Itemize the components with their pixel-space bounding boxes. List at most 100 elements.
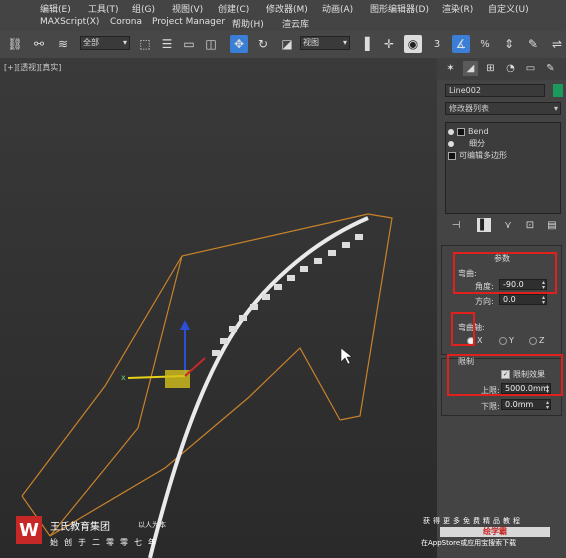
- chevron-down-icon: ▾: [122, 38, 127, 47]
- selection-filter-value: 全部: [83, 38, 99, 47]
- watermark-download: 在AppStore或应用宝搜索下载: [421, 539, 517, 547]
- show-end-result-icon[interactable]: ▌: [477, 218, 491, 232]
- highlight-box-bend: [453, 252, 557, 294]
- modifier-stack: Bend 细分 可编辑多边形: [445, 122, 561, 214]
- menu-customize[interactable]: 自定义(U): [488, 2, 529, 15]
- bend-gizmo-outer: [21, 213, 369, 497]
- snap-label: 3: [433, 38, 441, 50]
- stack-item-label: Bend: [468, 127, 489, 136]
- stack-item[interactable]: Bend: [448, 126, 556, 137]
- spinner-snap-icon[interactable]: ⇕: [500, 35, 518, 53]
- axis-z-label: Z: [539, 336, 545, 345]
- link-icon[interactable]: ⛓: [6, 35, 24, 53]
- angle-snap-icon[interactable]: ∡: [452, 35, 470, 53]
- keyboard-shortcut-icon[interactable]: ◉: [404, 35, 422, 53]
- chevron-down-icon: ▾: [342, 38, 347, 47]
- axis-y-label: Y: [509, 336, 514, 345]
- mirror-icon[interactable]: ⇌: [548, 35, 566, 53]
- watermark-promo: 获得更多免费精品教程: [423, 517, 523, 525]
- object-name-field[interactable]: Line002: [445, 84, 545, 97]
- snap-toggle-icon[interactable]: 3: [428, 35, 446, 53]
- perspective-viewport[interactable]: [+][透视][真实] x: [0, 58, 437, 558]
- menu-bar: 编辑(E) 工具(T) 组(G) 视图(V) 创建(C) 修改器(M) 动画(A…: [0, 0, 566, 31]
- watermark-slogan: 以人为本: [138, 521, 166, 529]
- watermark-badge: 绘学霸: [440, 527, 550, 537]
- menu-help[interactable]: 帮助(H): [232, 17, 264, 30]
- select-object-icon[interactable]: ⬚: [136, 35, 154, 53]
- bend-gizmo-inner: [49, 347, 341, 537]
- create-tab-icon[interactable]: ✶: [443, 61, 458, 76]
- configure-sets-icon[interactable]: ▤: [545, 218, 559, 232]
- direction-label: 方向:: [475, 297, 494, 306]
- pin-stack-icon[interactable]: ⊣: [449, 218, 463, 232]
- watermark-since: 始创于二零零七年: [50, 538, 162, 547]
- remove-modifier-icon[interactable]: ⊡: [523, 218, 537, 232]
- menu-tools[interactable]: 工具(T): [88, 2, 119, 15]
- menu-edit[interactable]: 编辑(E): [40, 2, 71, 15]
- highlight-box-limits: [447, 354, 563, 396]
- toggle-icon[interactable]: [457, 127, 465, 136]
- stack-item[interactable]: 细分: [448, 138, 556, 149]
- panel-tabs: ✶ ◢ ⊞ ◔ ▭ ✎: [437, 58, 566, 80]
- stack-item[interactable]: 可编辑多边形: [448, 150, 556, 161]
- spinner-arrows-icon[interactable]: ▴ ▾: [542, 295, 545, 306]
- rotate-icon[interactable]: ↻: [254, 35, 272, 53]
- menu-rendering[interactable]: 渲染(R): [442, 2, 473, 15]
- modifier-list-label: 修改器列表: [449, 104, 489, 113]
- axis-y-radio[interactable]: Y: [499, 336, 514, 345]
- select-by-name-icon[interactable]: ☰: [158, 35, 176, 53]
- utilities-tab-icon[interactable]: ✎: [543, 61, 558, 76]
- percent-snap-icon[interactable]: %: [476, 35, 494, 53]
- menu-render-cloud[interactable]: 渲云库: [282, 17, 309, 30]
- direction-spinner[interactable]: 0.0 ▴ ▾: [499, 294, 547, 306]
- viewport-scene: x: [21, 213, 393, 558]
- menu-graph-editors[interactable]: 图形编辑器(D): [370, 2, 429, 15]
- axis-z-radio[interactable]: Z: [529, 336, 544, 345]
- bind-spacewarp-icon[interactable]: ≋: [54, 35, 72, 53]
- menu-project-manager[interactable]: Project Manager: [152, 17, 225, 27]
- highlight-box-axis: [451, 312, 475, 346]
- display-tab-icon[interactable]: ▭: [523, 61, 538, 76]
- modify-tab-icon[interactable]: ◢: [463, 61, 478, 76]
- radio-off-icon: [499, 336, 507, 345]
- reference-coord-value: 视图: [303, 38, 319, 47]
- mouse-cursor-icon: [340, 347, 353, 365]
- object-color-swatch[interactable]: [553, 84, 563, 97]
- menu-create[interactable]: 创建(C): [218, 2, 249, 15]
- menu-views[interactable]: 视图(V): [172, 2, 203, 15]
- menu-modifiers[interactable]: 修改器(M): [266, 2, 308, 15]
- lower-limit-spinner[interactable]: 0.0mm ▴ ▾: [501, 399, 551, 411]
- modifier-list-select[interactable]: 修改器列表 ▾: [445, 102, 561, 115]
- pivot-icon[interactable]: ▐: [356, 35, 374, 53]
- selection-filter-select[interactable]: 全部 ▾: [80, 36, 130, 50]
- make-unique-icon[interactable]: ⋎: [501, 218, 515, 232]
- window-crossing-icon[interactable]: ◫: [202, 35, 220, 53]
- region-select-icon[interactable]: ▭: [180, 35, 198, 53]
- eye-icon[interactable]: [448, 140, 454, 147]
- menu-animation[interactable]: 动画(A): [322, 2, 353, 15]
- menu-group[interactable]: 组(G): [132, 2, 155, 15]
- move-icon[interactable]: ✥: [230, 35, 248, 53]
- gizmo-plane: [165, 370, 190, 388]
- select-manipulate-icon[interactable]: ✛: [380, 35, 398, 53]
- gizmo-y-axis: [184, 357, 206, 377]
- menu-maxscript[interactable]: MAXScript(X): [40, 17, 99, 27]
- command-panel: ✶ ◢ ⊞ ◔ ▭ ✎ Line002 修改器列表 ▾ Bend 细分 可编辑多边…: [437, 58, 566, 558]
- main-toolbar: ⛓ ⚯ ≋ 全部 ▾ ⬚ ☰ ▭ ◫ ✥ ↻ ◪ 视图 ▾ ▐ ✛ ◉ 3 ∡ % …: [0, 31, 566, 59]
- hierarchy-tab-icon[interactable]: ⊞: [483, 61, 498, 76]
- edit-named-selection-icon[interactable]: ✎: [524, 35, 542, 53]
- radio-off-icon: [529, 336, 537, 345]
- scale-icon[interactable]: ◪: [278, 35, 296, 53]
- menu-corona[interactable]: Corona: [110, 17, 142, 27]
- watermark-company: 王氏教育集团: [50, 522, 110, 533]
- eye-icon[interactable]: [448, 128, 454, 135]
- reference-coord-select[interactable]: 视图 ▾: [300, 36, 350, 50]
- toggle-icon[interactable]: [448, 151, 456, 160]
- direction-value: 0.0: [503, 295, 516, 304]
- stair-steps: [212, 234, 363, 356]
- axis-x-label: X: [477, 336, 483, 345]
- spinner-arrows-icon[interactable]: ▴ ▾: [546, 400, 549, 411]
- lower-limit-value: 0.0mm: [505, 400, 534, 409]
- motion-tab-icon[interactable]: ◔: [503, 61, 518, 76]
- unlink-icon[interactable]: ⚯: [30, 35, 48, 53]
